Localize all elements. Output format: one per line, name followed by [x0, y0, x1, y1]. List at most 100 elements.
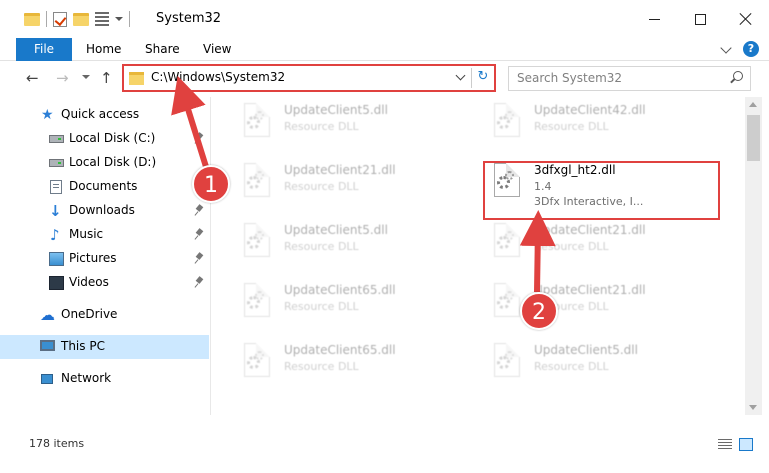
- file-list: UpdateClient5.dll Resource DLL UpdateCli…: [212, 97, 745, 415]
- file-type: Resource DLL: [534, 240, 609, 253]
- address-bar[interactable]: C:\Windows\System32 ↻: [122, 64, 496, 92]
- scroll-up-icon[interactable]: [749, 102, 757, 107]
- minimize-icon: [648, 18, 660, 20]
- address-path[interactable]: C:\Windows\System32: [151, 70, 285, 84]
- large-icons-view-icon[interactable]: [739, 438, 753, 451]
- tab-home[interactable]: Home: [86, 38, 121, 61]
- pin-icon[interactable]: [195, 133, 203, 145]
- file-type: Resource DLL: [284, 120, 359, 133]
- scroll-down-icon[interactable]: [749, 405, 757, 410]
- pin-icon[interactable]: [195, 205, 203, 217]
- navigation-pane: ★ Quick access Local Disk (C:) Local Dis…: [0, 97, 211, 415]
- minimize-button[interactable]: [631, 0, 677, 38]
- file-tile[interactable]: UpdateClient65.dll Resource DLL: [212, 281, 442, 331]
- pin-icon[interactable]: [195, 253, 203, 265]
- videos-icon: [49, 276, 64, 290]
- window-title: System32: [156, 11, 222, 26]
- dll-file-icon: [240, 283, 274, 325]
- sidebar-item-local-disk-d[interactable]: Local Disk (D:): [0, 151, 209, 175]
- maximize-button[interactable]: [677, 0, 723, 38]
- documents-icon: [50, 180, 62, 194]
- file-type: Resource DLL: [284, 180, 359, 193]
- cloud-icon: ☁: [40, 306, 55, 324]
- maximize-icon: [694, 13, 706, 25]
- sidebar-item-quick-access[interactable]: ★ Quick access: [0, 103, 209, 127]
- file-tile[interactable]: UpdateClient5.dll Resource DLL: [462, 341, 692, 391]
- refresh-icon[interactable]: ↻: [475, 68, 491, 86]
- ribbon: File Home Share View ?: [0, 38, 769, 61]
- recent-locations-dropdown-icon[interactable]: [82, 75, 90, 79]
- file-tile[interactable]: UpdateClient5.dll Resource DLL: [212, 101, 442, 151]
- dll-file-icon: [240, 163, 274, 205]
- folder-icon[interactable]: [24, 12, 40, 26]
- sidebar-item-pictures[interactable]: Pictures: [0, 247, 209, 271]
- new-folder-icon[interactable]: [73, 12, 89, 26]
- toolbar-separator: [46, 11, 47, 27]
- title-separator: [129, 11, 130, 27]
- address-dropdown-icon[interactable]: [455, 70, 466, 81]
- file-type: Resource DLL: [534, 120, 609, 133]
- star-icon: ★: [41, 107, 54, 123]
- search-icon[interactable]: [733, 71, 743, 81]
- scroll-thumb[interactable]: [747, 115, 760, 161]
- sidebar-item-downloads[interactable]: ↓ Downloads: [0, 199, 209, 223]
- sidebar-item-documents[interactable]: Documents: [0, 175, 209, 199]
- drive-icon: [49, 159, 64, 167]
- details-view-icon[interactable]: [718, 439, 732, 450]
- dll-file-icon: [240, 103, 274, 145]
- close-icon: [739, 12, 753, 26]
- customize-toolbar-dropdown-icon[interactable]: [115, 17, 123, 21]
- properties-icon[interactable]: [95, 12, 109, 26]
- search-box[interactable]: Search System32: [508, 66, 751, 91]
- pin-icon[interactable]: [195, 277, 203, 289]
- file-tile[interactable]: UpdateClient5.dll Resource DLL: [212, 221, 442, 271]
- sidebar-item-label: Music: [69, 227, 104, 241]
- tab-share[interactable]: Share: [145, 38, 180, 61]
- dll-file-icon: [490, 283, 524, 325]
- sidebar-item-local-disk-c[interactable]: Local Disk (C:): [0, 127, 209, 151]
- up-arrow-icon[interactable]: ↑: [100, 69, 113, 87]
- sidebar-item-label: Documents: [69, 179, 138, 193]
- forward-arrow-icon[interactable]: →: [56, 69, 69, 87]
- sidebar-item-label: This PC: [61, 339, 105, 353]
- file-tile[interactable]: UpdateClient21.dll Resource DLL: [462, 221, 692, 271]
- music-icon: ♪: [50, 226, 60, 244]
- file-name: UpdateClient21.dll: [534, 283, 646, 297]
- sidebar-item-music[interactable]: ♪ Music: [0, 223, 209, 247]
- pictures-icon: [49, 252, 64, 266]
- help-icon[interactable]: ?: [743, 41, 759, 57]
- dll-file-icon: [490, 103, 524, 145]
- file-name: UpdateClient42.dll: [534, 103, 646, 117]
- file-tile[interactable]: UpdateClient42.dll Resource DLL: [462, 101, 692, 151]
- callout-step-2: 2: [520, 292, 558, 330]
- tab-file[interactable]: File: [16, 38, 72, 61]
- sidebar-item-label: Pictures: [69, 251, 117, 265]
- vertical-scrollbar[interactable]: [745, 97, 762, 415]
- pin-icon[interactable]: [195, 229, 203, 241]
- address-folder-icon: [129, 72, 144, 85]
- sidebar-item-videos[interactable]: Videos: [0, 271, 209, 295]
- properties-check-icon[interactable]: [53, 11, 67, 27]
- sidebar-item-this-pc[interactable]: This PC: [0, 335, 209, 359]
- item-count: 178 items: [29, 437, 85, 450]
- file-name: UpdateClient21.dll: [284, 163, 396, 177]
- file-tile[interactable]: UpdateClient65.dll Resource DLL: [212, 341, 442, 391]
- file-type: Resource DLL: [534, 360, 609, 373]
- file-name: UpdateClient21.dll: [534, 223, 646, 237]
- back-arrow-icon[interactable]: ←: [26, 69, 39, 87]
- file-name: UpdateClient5.dll: [284, 223, 388, 237]
- sidebar-item-label: Local Disk (D:): [69, 155, 157, 169]
- file-tile[interactable]: UpdateClient21.dll Resource DLL: [462, 281, 692, 331]
- sidebar-item-network[interactable]: Network: [0, 367, 209, 391]
- file-type: Resource DLL: [284, 240, 359, 253]
- file-name: UpdateClient5.dll: [284, 103, 388, 117]
- expand-ribbon-chevron-icon[interactable]: [720, 42, 732, 54]
- file-name: UpdateClient65.dll: [284, 343, 396, 357]
- quick-access-toolbar: [24, 11, 130, 27]
- sidebar-item-label: OneDrive: [61, 307, 118, 321]
- sidebar-item-onedrive[interactable]: ☁ OneDrive: [0, 303, 209, 327]
- tab-view[interactable]: View: [203, 38, 231, 61]
- close-button[interactable]: [723, 0, 769, 38]
- file-tile[interactable]: UpdateClient21.dll Resource DLL: [212, 161, 442, 211]
- file-name: UpdateClient65.dll: [284, 283, 396, 297]
